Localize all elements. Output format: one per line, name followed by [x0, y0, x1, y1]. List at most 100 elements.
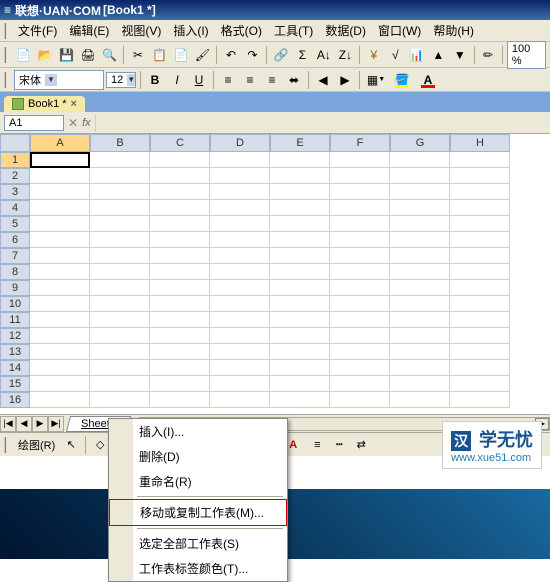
save-button[interactable]: 💾 [57, 45, 76, 65]
cell[interactable] [330, 264, 390, 280]
cell[interactable] [90, 344, 150, 360]
cell[interactable] [90, 296, 150, 312]
cell[interactable] [150, 328, 210, 344]
row-header[interactable]: 10 [0, 296, 30, 312]
cell[interactable] [90, 360, 150, 376]
cell[interactable] [210, 200, 270, 216]
cell[interactable] [270, 200, 330, 216]
first-sheet-button[interactable]: |◀ [0, 416, 16, 432]
border-button[interactable]: ▦▼ [364, 71, 388, 89]
cell[interactable] [30, 344, 90, 360]
col-header-G[interactable]: G [390, 134, 450, 152]
cell[interactable] [210, 392, 270, 408]
cell[interactable] [270, 280, 330, 296]
cell[interactable] [390, 392, 450, 408]
new-button[interactable]: 📄 [14, 45, 33, 65]
cell[interactable] [270, 168, 330, 184]
col-header-E[interactable]: E [270, 134, 330, 152]
cell[interactable] [30, 168, 90, 184]
cell[interactable] [210, 344, 270, 360]
cell[interactable] [150, 248, 210, 264]
cell[interactable] [450, 152, 510, 168]
font-color-button[interactable]: A [416, 71, 440, 89]
font-name-combo[interactable]: 宋体 ▼ [14, 70, 104, 90]
cell[interactable] [390, 152, 450, 168]
name-box[interactable]: A1 [4, 115, 64, 131]
cell[interactable] [210, 312, 270, 328]
cell[interactable] [30, 376, 90, 392]
cell[interactable] [210, 376, 270, 392]
cell[interactable] [330, 312, 390, 328]
align-center-button[interactable]: ≡ [240, 71, 260, 89]
cell[interactable] [450, 328, 510, 344]
col-header-C[interactable]: C [150, 134, 210, 152]
cancel-icon[interactable]: ✕ [68, 116, 78, 130]
cell[interactable] [450, 200, 510, 216]
cell[interactable] [390, 168, 450, 184]
cell[interactable] [150, 376, 210, 392]
cell[interactable] [270, 248, 330, 264]
cell[interactable] [30, 312, 90, 328]
cell[interactable] [390, 264, 450, 280]
col-header-A[interactable]: A [30, 134, 90, 152]
cell[interactable] [270, 392, 330, 408]
select-button[interactable]: ↖ [61, 435, 81, 455]
row-header[interactable]: 1 [0, 152, 30, 168]
row-header[interactable]: 9 [0, 280, 30, 296]
cell[interactable] [390, 296, 450, 312]
ctx-insert[interactable]: 插入(I)... [109, 419, 287, 444]
row-header[interactable]: 8 [0, 264, 30, 280]
align-right-button[interactable]: ≡ [262, 71, 282, 89]
cell[interactable] [390, 216, 450, 232]
cell[interactable] [150, 344, 210, 360]
cells-area[interactable] [30, 152, 550, 408]
fill-color-button[interactable]: 🪣 [390, 71, 414, 89]
cell[interactable] [330, 392, 390, 408]
cell[interactable] [90, 312, 150, 328]
copy-button[interactable]: 📋 [150, 45, 169, 65]
font-size-combo[interactable]: 12 ▼ [106, 72, 136, 88]
cell[interactable] [270, 152, 330, 168]
menu-view[interactable]: 视图(V) [115, 20, 167, 41]
cell[interactable] [30, 280, 90, 296]
increase-button[interactable]: ▲ [429, 45, 448, 65]
cell[interactable] [90, 328, 150, 344]
cell[interactable] [210, 168, 270, 184]
cell[interactable] [450, 376, 510, 392]
cell[interactable] [330, 376, 390, 392]
cell[interactable] [150, 184, 210, 200]
open-button[interactable]: 📂 [35, 45, 54, 65]
ctx-select-all[interactable]: 选定全部工作表(S) [109, 531, 287, 556]
cell[interactable] [210, 328, 270, 344]
cell[interactable] [270, 184, 330, 200]
cell[interactable] [270, 312, 330, 328]
bold-button[interactable]: B [145, 71, 165, 89]
ctx-delete[interactable]: 删除(D) [109, 444, 287, 469]
cut-button[interactable]: ✂ [128, 45, 147, 65]
cell[interactable] [210, 360, 270, 376]
ctx-move-copy[interactable]: 移动或复制工作表(M)... [109, 499, 287, 526]
paste-button[interactable]: 📄 [171, 45, 190, 65]
cell[interactable] [390, 184, 450, 200]
cell[interactable] [450, 216, 510, 232]
cell[interactable] [150, 232, 210, 248]
cell[interactable] [270, 264, 330, 280]
drawing-button[interactable]: ✏ [478, 45, 497, 65]
cell[interactable] [210, 264, 270, 280]
format-painter-button[interactable]: 🖌 [193, 45, 212, 65]
sum-button[interactable]: Σ [293, 45, 312, 65]
cell[interactable] [390, 248, 450, 264]
cell[interactable] [330, 328, 390, 344]
cell[interactable] [450, 360, 510, 376]
print-button[interactable]: 🖨 [78, 45, 97, 65]
row-header[interactable]: 6 [0, 232, 30, 248]
menu-tools[interactable]: 工具(T) [268, 20, 319, 41]
row-header[interactable]: 12 [0, 328, 30, 344]
col-header-F[interactable]: F [330, 134, 390, 152]
cell[interactable] [30, 264, 90, 280]
preview-button[interactable]: 🔍 [100, 45, 119, 65]
row-header[interactable]: 5 [0, 216, 30, 232]
cell[interactable] [390, 232, 450, 248]
toolbar-handle-icon[interactable] [4, 437, 8, 453]
row-header[interactable]: 14 [0, 360, 30, 376]
